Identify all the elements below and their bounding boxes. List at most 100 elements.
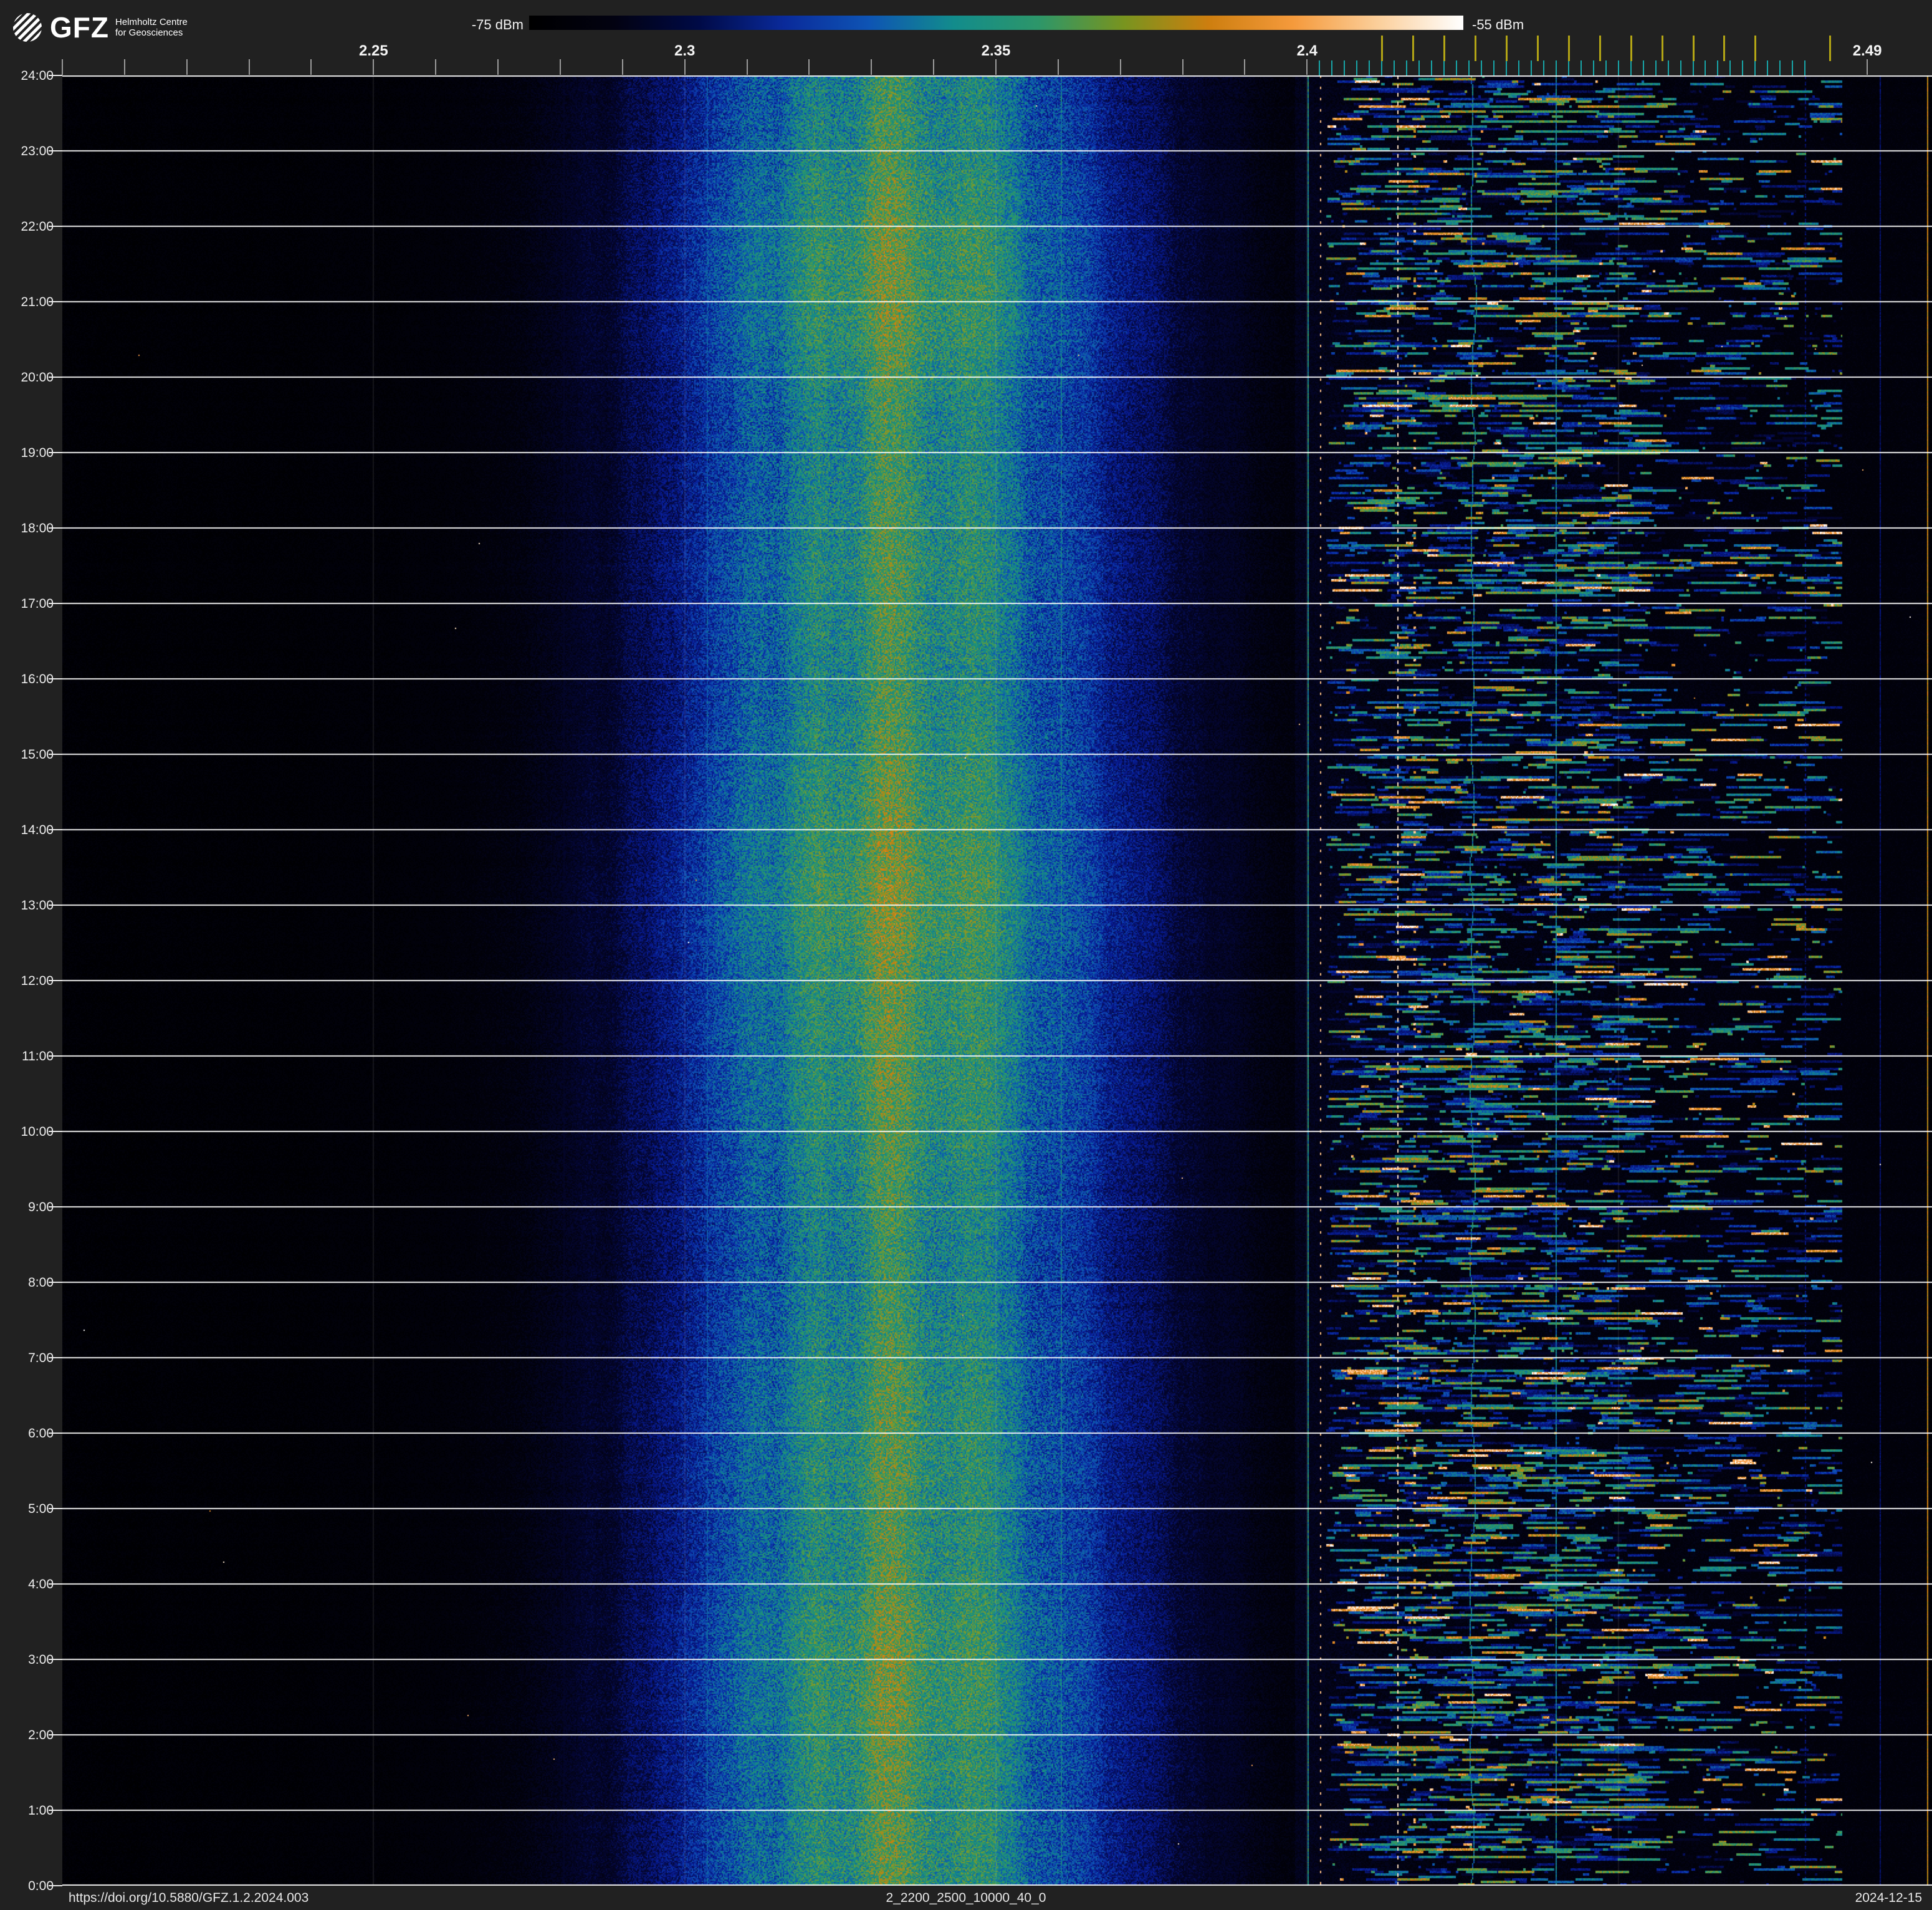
time-tick [49, 829, 62, 830]
ble-channel-tick [1369, 60, 1370, 75]
time-label: 12:00 [21, 974, 54, 988]
time-tick [49, 980, 62, 981]
freq-tick-label: 2.35 [981, 42, 1011, 59]
ble-channel-tick [1555, 60, 1557, 75]
time-label: 1:00 [28, 1803, 54, 1818]
ble-channel-tick [1344, 60, 1346, 75]
freq-tick-minor [684, 59, 686, 75]
logo-org-name: Helmholtz Centre for Geosciences [115, 17, 188, 38]
time-tick [49, 1508, 62, 1509]
ble-channel-tick [1443, 60, 1445, 75]
wifi-channel-tick [1443, 36, 1446, 61]
ble-channel-tick [1456, 60, 1458, 75]
time-tick [49, 678, 62, 679]
ble-channel-tick [1406, 60, 1408, 75]
time-tick [49, 1659, 62, 1660]
wifi-channel-tick [1599, 36, 1601, 61]
freq-tick-minor [310, 59, 312, 75]
time-label: 8:00 [28, 1275, 54, 1290]
spectrogram-canvas [62, 75, 1932, 1886]
ble-channel-tick [1605, 60, 1607, 75]
freq-tick-minor [1867, 59, 1868, 75]
ble-channel-tick [1580, 60, 1582, 75]
wifi-channel-tick [1754, 36, 1757, 61]
freq-tick-minor [933, 59, 935, 75]
freq-tick-minor [995, 59, 997, 75]
wifi-channel-tick [1692, 36, 1695, 61]
ble-channel-tick [1468, 60, 1470, 75]
date-label: 2024-12-15 [1855, 1891, 1922, 1905]
time-tick [49, 377, 62, 378]
time-label: 15:00 [21, 747, 54, 762]
ble-channel-tick [1792, 60, 1794, 75]
freq-tick-minor [621, 59, 623, 75]
ble-channel-tick [1767, 60, 1769, 75]
freq-tick-minor [746, 59, 748, 75]
spectrogram-page: GFZ Helmholtz Centre for Geosciences -75… [0, 0, 1932, 1910]
time-label: 16:00 [21, 672, 54, 686]
time-tick [49, 1583, 62, 1585]
time-label: 10:00 [21, 1125, 54, 1139]
freq-tick-minor [1244, 59, 1246, 75]
time-label: 24:00 [21, 69, 54, 83]
logo-org-line2: for Geosciences [115, 27, 183, 38]
time-tick [49, 1734, 62, 1735]
wifi-channel-tick [1630, 36, 1632, 61]
ble-channel-tick [1331, 60, 1333, 75]
time-tick [49, 1055, 62, 1057]
doi-link[interactable]: https://doi.org/10.5880/GFZ.1.2.2024.003 [69, 1891, 308, 1906]
time-tick [49, 1432, 62, 1434]
freq-tick-label: 2.25 [358, 42, 388, 59]
time-label: 20:00 [21, 370, 54, 385]
ble-channel-tick [1431, 60, 1433, 75]
time-tick [49, 150, 62, 151]
time-tick [49, 1206, 62, 1207]
freq-tick-minor [808, 59, 810, 75]
ble-channel-tick [1518, 60, 1519, 75]
ble-channel-tick [1754, 60, 1756, 75]
freq-tick-minor [497, 59, 499, 75]
wifi-channel-tick [1661, 36, 1663, 61]
ble-channel-tick [1617, 60, 1619, 75]
ble-channel-tick [1567, 60, 1569, 75]
freq-tick-minor [1182, 59, 1184, 75]
freq-tick-minor [1306, 59, 1308, 75]
ble-channel-tick [1418, 60, 1420, 75]
dataset-id: 2_2200_2500_10000_40_0 [886, 1891, 1046, 1905]
ble-channel-tick [1319, 60, 1321, 75]
ble-channel-tick [1655, 60, 1657, 75]
freq-tick-minor [1119, 59, 1121, 75]
ble-channel-tick [1381, 60, 1383, 75]
time-tick [49, 452, 62, 453]
ble-channel-tick [1480, 60, 1482, 75]
time-tick [49, 301, 62, 302]
ble-channel-tick [1394, 60, 1395, 75]
colorbar-max-label: -55 dBm [1472, 17, 1524, 32]
wifi-channel-tick [1412, 36, 1415, 61]
ble-channel-tick [1630, 60, 1632, 75]
time-label: 14:00 [21, 823, 54, 837]
ble-channel-tick [1680, 60, 1681, 75]
wifi-channel-tick [1567, 36, 1570, 61]
freq-tick-minor [123, 59, 125, 75]
wifi-channel-tick [1829, 36, 1832, 61]
time-tick [49, 1131, 62, 1132]
gfz-globe-icon [13, 13, 42, 42]
logo-acronym: GFZ [50, 11, 109, 44]
time-label: 22:00 [21, 219, 54, 234]
time-tick [49, 1282, 62, 1283]
wifi-channel-tick [1505, 36, 1508, 61]
ble-channel-tick [1530, 60, 1532, 75]
time-label: 13:00 [21, 898, 54, 913]
freq-tick-minor [186, 59, 188, 75]
ble-channel-tick [1742, 60, 1744, 75]
time-tick [49, 75, 62, 76]
freq-tick-minor [559, 59, 561, 75]
freq-tick-minor [248, 59, 250, 75]
time-label: 18:00 [21, 521, 54, 535]
ble-channel-tick [1667, 60, 1669, 75]
time-label: 19:00 [21, 446, 54, 460]
logo-org-line1: Helmholtz Centre [115, 17, 188, 27]
ble-channel-tick [1493, 60, 1494, 75]
ble-channel-tick [1542, 60, 1544, 75]
